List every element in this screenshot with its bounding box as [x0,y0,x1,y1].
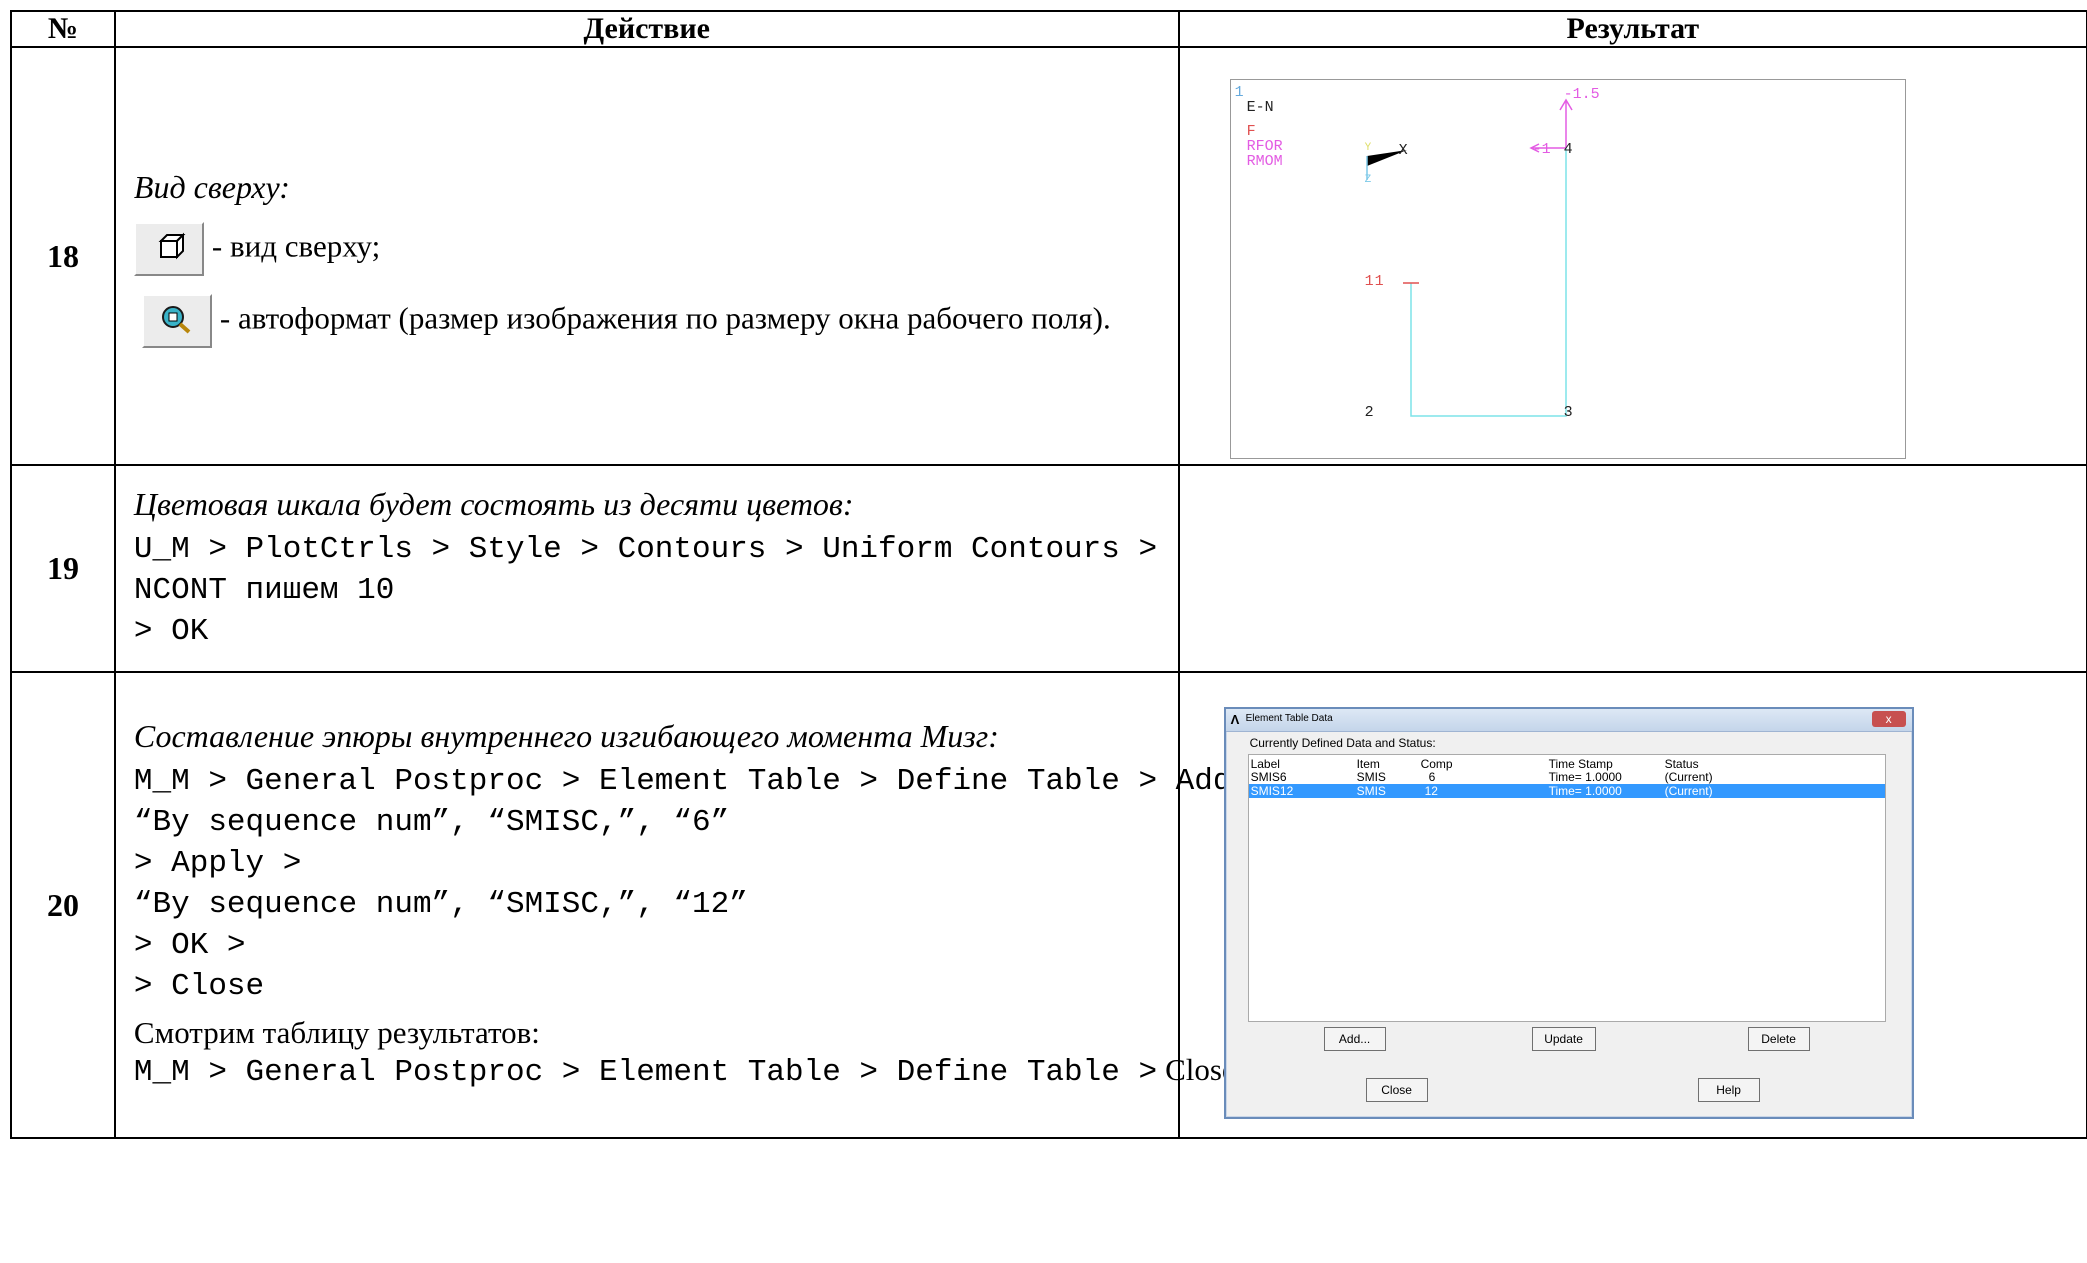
code-line: > Close [133,968,265,1004]
axis-x-label: X [1398,142,1408,159]
axis-z-label: Z [1364,174,1372,186]
header-result: Результат [1177,10,2087,48]
result-cell [1177,464,2087,673]
step-title: Цветовая шкала будет состоять из десяти … [133,485,854,522]
zoom-fit-icon [161,305,191,333]
cell: (Current) [1664,784,1713,798]
step-title: Составление эпюры внутреннего изгибающег… [133,717,999,754]
code-line: M_M > General Postproc > Element Table >… [133,763,1269,799]
autofit-desc: - автоформат (размер изображения по разм… [219,299,1111,335]
step-title: Вид сверху: [133,168,290,205]
code-line: U_M > PlotCtrls > Style > Contours > Uni… [133,531,1158,567]
code-line: “By sequence num”, “SMISC,”, “12” [133,886,748,922]
row-18: 18 Вид сверху: - вид сверху; - автоформа… [10,46,2087,466]
top-view-button[interactable] [133,221,204,276]
row-number: 18 [10,46,116,466]
col-time-stamp: Time Stamp [1548,757,1613,771]
action-cell: Цветовая шкала будет состоять из десяти … [113,464,1180,673]
node-2: 2 [1364,404,1374,421]
cell: 6 [1428,770,1436,784]
frame-plot [1365,98,1573,417]
autofit-button[interactable] [141,293,212,348]
force-label-mid: -1 [1532,141,1551,158]
row-19: 19 Цветовая шкала будет состоять из деся… [10,464,2087,673]
delete-button[interactable]: Delete [1747,1027,1810,1051]
cell: 12 [1424,784,1438,798]
code-line: > OK [133,613,209,649]
legend-rmom: RMOM [1246,153,1283,170]
axis-y-label: Y [1364,142,1372,154]
cell: Time= 1.0000 [1548,770,1622,784]
node-1: 1 [1364,273,1374,290]
instruction-table: № Действие Результат 18 Вид сверху: - ви… [10,10,2087,1139]
col-item: Item [1356,757,1380,771]
add-button[interactable]: Add... [1323,1027,1386,1051]
legend-en: E-N [1246,99,1274,116]
action-cell: Составление эпюры внутреннего изгибающег… [113,671,1269,1139]
node-3: 3 [1563,404,1573,421]
update-button[interactable]: Update [1531,1027,1596,1051]
header-action: Действие [113,10,1180,48]
result-cell: Λ Element Table Data x Currently Defined… [1177,671,2087,1139]
dialog-titlebar[interactable]: Λ Element Table Data x [1225,709,1912,732]
cell: SMIS [1356,770,1386,784]
force-label-top: -1.5 [1563,86,1600,103]
data-list[interactable]: Label Item Comp Time Stamp Status SMIS6 … [1247,754,1886,1022]
cell: SMIS6 [1250,770,1287,784]
cell: (Current) [1664,770,1713,784]
graphics-viewport[interactable]: 1 E-N F RFOR RMOM Y X Z -1.5 -1 4 1 1 2 … [1229,79,1906,459]
note-text: Смотрим таблицу результатов: [133,1014,540,1050]
dialog-caption: Currently Defined Data and Status: [1249,736,1436,750]
close-icon[interactable]: x [1871,711,1906,727]
code-line: > Apply > [133,845,302,881]
close-button[interactable]: Close [1365,1078,1428,1102]
action-cell: Вид сверху: - вид сверху; - автоформат (… [113,46,1180,466]
code-line: > OK > [133,927,246,963]
top-view-desc: - вид сверху; [211,227,381,263]
window-number: 1 [1234,84,1244,101]
code-line: M_M > General Postproc > Element Table >… [133,1054,1158,1090]
dialog-title: Element Table Data [1245,713,1333,724]
cube-icon [158,232,186,259]
col-status: Status [1664,757,1699,771]
element-mark: 1 [1374,273,1384,290]
list-header: Label Item Comp Time Stamp Status [1249,757,1885,771]
list-item[interactable]: SMIS6 SMIS 6 Time= 1.0000 (Current) [1249,770,1885,784]
code-line: “By sequence num”, “SMISC,”, “6” [133,804,730,840]
col-label: Label [1250,757,1280,771]
code-line: NCONT пишем 10 [133,572,395,608]
ansys-logo-icon: Λ [1230,712,1240,727]
row-number: 20 [10,671,116,1139]
cell: SMIS12 [1250,784,1294,798]
element-table-dialog: Λ Element Table Data x Currently Defined… [1223,707,1914,1119]
row-20: 20 Составление эпюры внутреннего изгибаю… [10,671,2087,1139]
header-num: № [10,10,116,48]
col-comp: Comp [1420,757,1453,771]
list-item-selected[interactable]: SMIS12 SMIS 12 Time= 1.0000 (Current) [1248,784,1885,798]
row-number: 19 [10,464,116,673]
header-row: № Действие Результат [10,10,2087,48]
help-button[interactable]: Help [1697,1078,1760,1102]
result-cell: 1 E-N F RFOR RMOM Y X Z -1.5 -1 4 1 1 2 … [1177,46,2087,466]
node-4: 4 [1563,141,1573,158]
cell: Time= 1.0000 [1548,784,1622,798]
cell: SMIS [1356,784,1386,798]
